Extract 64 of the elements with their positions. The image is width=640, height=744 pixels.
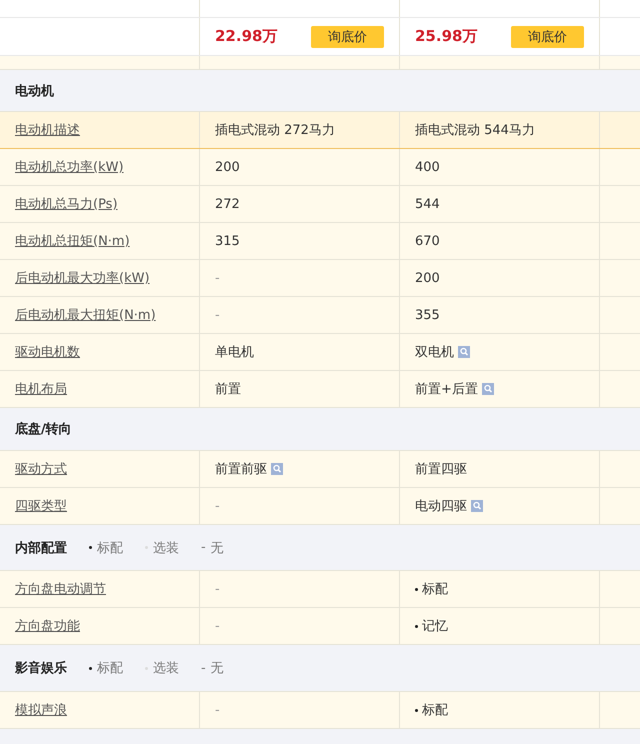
- spec-label[interactable]: 后电动机最大扭矩(N·m): [15, 306, 156, 324]
- spec-label[interactable]: 电动机总功率(kW): [15, 158, 124, 176]
- spec-value: 272: [215, 196, 240, 212]
- bullet-icon: [415, 588, 418, 590]
- legend-symbol: -: [201, 660, 206, 676]
- search-icon[interactable]: [482, 383, 494, 395]
- legend-label: 无: [210, 660, 224, 677]
- spec-value: 前置: [215, 381, 241, 398]
- spec-value: -: [215, 308, 220, 322]
- spec-value: 670: [415, 234, 440, 248]
- legend-symbol: -: [201, 540, 206, 555]
- spec-value: -: [215, 498, 220, 514]
- spec-label[interactable]: 电动机总扭矩(N·m): [15, 232, 130, 250]
- spec-value: 前置前驱: [215, 461, 267, 478]
- spec-value: 400: [415, 160, 440, 174]
- spec-value: 单电机: [215, 344, 254, 361]
- spec-label[interactable]: 驱动电机数: [15, 343, 80, 361]
- spec-label[interactable]: 方向盘电动调节: [15, 580, 106, 598]
- spec-label[interactable]: 后电动机最大功率(kW): [15, 269, 150, 287]
- spec-label[interactable]: 四驱类型: [15, 497, 67, 515]
- bullet-icon: [415, 708, 418, 712]
- section-title: 底盘/转向: [15, 420, 72, 438]
- spec-value: 双电机: [415, 344, 454, 361]
- spec-value: 315: [215, 234, 240, 248]
- spec-value: 标配: [422, 702, 448, 719]
- ask-price-button[interactable]: 询底价: [311, 26, 384, 48]
- legend-label: 标配: [97, 540, 123, 556]
- spec-label[interactable]: 电机布局: [15, 380, 67, 398]
- section-title: 电动机: [15, 82, 54, 100]
- legend-label: 无: [210, 540, 224, 556]
- search-icon[interactable]: [458, 346, 470, 358]
- spec-value: -: [215, 702, 220, 718]
- spec-value: -: [215, 582, 220, 596]
- spec-value: 200: [215, 160, 240, 174]
- price: 25.98万: [415, 27, 478, 46]
- spec-label[interactable]: 方向盘功能: [15, 617, 80, 635]
- spec-value: -: [215, 618, 220, 634]
- spec-label[interactable]: 电动机总马力(Ps): [15, 195, 118, 213]
- spec-value: -: [215, 270, 220, 286]
- price: 22.98万: [215, 27, 278, 46]
- bullet-icon: [415, 624, 418, 628]
- spec-value: 前置+后置: [415, 381, 478, 398]
- section-title: 影音娱乐: [15, 660, 67, 677]
- search-icon[interactable]: [471, 500, 483, 512]
- bullet-icon: [89, 666, 92, 670]
- spec-value: 544: [415, 196, 440, 212]
- spec-label[interactable]: 驱动方式: [15, 460, 67, 478]
- search-icon[interactable]: [271, 463, 283, 475]
- spec-label[interactable]: 电动机描述: [15, 121, 80, 139]
- spec-value: 电动四驱: [415, 498, 467, 515]
- spec-value: 标配: [422, 581, 448, 598]
- spec-value: 插电式混动 272马力: [215, 122, 335, 139]
- spec-value: 200: [415, 270, 440, 286]
- spec-value: 前置四驱: [415, 461, 467, 478]
- legend-label: 选装: [153, 540, 179, 556]
- section-title: 内部配置: [15, 540, 67, 556]
- spec-value: 插电式混动 544马力: [415, 122, 535, 139]
- bullet-icon: [89, 546, 92, 549]
- ask-price-button[interactable]: 询底价: [511, 26, 584, 48]
- legend-label: 标配: [97, 660, 123, 677]
- legend-label: 选装: [153, 660, 179, 677]
- spec-value: 355: [415, 308, 440, 322]
- spec-value: 记忆: [422, 618, 448, 635]
- spec-label[interactable]: 模拟声浪: [15, 701, 67, 719]
